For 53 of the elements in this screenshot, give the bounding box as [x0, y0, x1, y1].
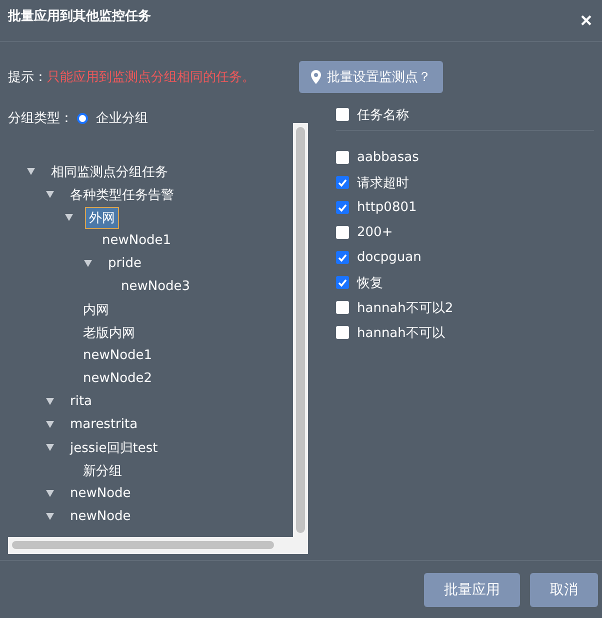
tree-node[interactable]: jessie回归test: [66, 436, 162, 458]
hint-label: 提示：: [8, 69, 47, 86]
dialog-title: 批量应用到其他监控任务: [8, 8, 151, 24]
task-name: 请求超时: [357, 174, 409, 192]
expand-arrow-icon[interactable]: [84, 260, 92, 267]
tree-node[interactable]: 外网: [85, 206, 119, 228]
expand-arrow-icon[interactable]: [46, 444, 54, 451]
expand-arrow-icon[interactable]: [46, 513, 54, 520]
radio-button[interactable]: [77, 112, 88, 124]
tree-node[interactable]: marestrita: [66, 415, 142, 434]
tree-node[interactable]: newNode1: [79, 346, 156, 365]
checkbox[interactable]: [336, 151, 349, 164]
checkbox[interactable]: [336, 226, 349, 239]
checkbox[interactable]: [336, 108, 349, 121]
checkbox[interactable]: [336, 201, 349, 214]
tree-node[interactable]: newNode: [66, 507, 135, 526]
close-button[interactable]: ×: [578, 10, 594, 30]
task-name: 恢复: [357, 274, 383, 292]
expand-arrow-icon[interactable]: [46, 421, 54, 428]
tree-node[interactable]: 老版内网: [79, 322, 139, 344]
horizontal-scrollbar[interactable]: [8, 537, 308, 554]
expand-arrow-icon[interactable]: [65, 214, 73, 221]
location-pin-icon: [311, 70, 321, 84]
expand-arrow-icon[interactable]: [46, 191, 54, 198]
expand-arrow-icon[interactable]: [46, 398, 54, 405]
checkbox[interactable]: [336, 251, 349, 264]
expand-arrow-icon[interactable]: [46, 490, 54, 497]
checkbox[interactable]: [336, 176, 349, 189]
tree-node[interactable]: newNode: [66, 484, 135, 503]
tree-node[interactable]: 相同监测点分组任务: [47, 160, 172, 182]
task-name: docpguan: [357, 250, 422, 265]
vertical-scrollbar[interactable]: [293, 123, 308, 537]
tree-node[interactable]: 各种类型任务告警: [66, 184, 178, 206]
radio-label: 企业分组: [96, 110, 148, 127]
task-name: aabbasas: [357, 150, 419, 165]
tree-node[interactable]: pride: [104, 254, 146, 273]
column-header: 任务名称: [357, 106, 409, 124]
tree-node[interactable]: rita: [66, 392, 96, 411]
task-name: hannah不可以2: [357, 300, 454, 316]
checkbox[interactable]: [336, 326, 349, 339]
task-name: http0801: [357, 200, 417, 215]
checkbox[interactable]: [336, 301, 349, 314]
hint-message: 只能应用到监测点分组相同的任务。: [47, 69, 256, 86]
checkbox[interactable]: [336, 276, 349, 289]
tree-node[interactable]: newNode1: [98, 231, 176, 250]
task-name: hannah不可以: [357, 324, 445, 342]
tree-node[interactable]: newNode3: [117, 277, 194, 296]
task-name: 200+: [357, 225, 393, 240]
tree-node[interactable]: 内网: [79, 298, 113, 320]
tree-node[interactable]: newNode2: [79, 369, 156, 388]
group-type-label: 分组类型：: [8, 110, 73, 127]
expand-arrow-icon[interactable]: [27, 168, 35, 175]
tree-node[interactable]: 新分组: [79, 460, 126, 482]
